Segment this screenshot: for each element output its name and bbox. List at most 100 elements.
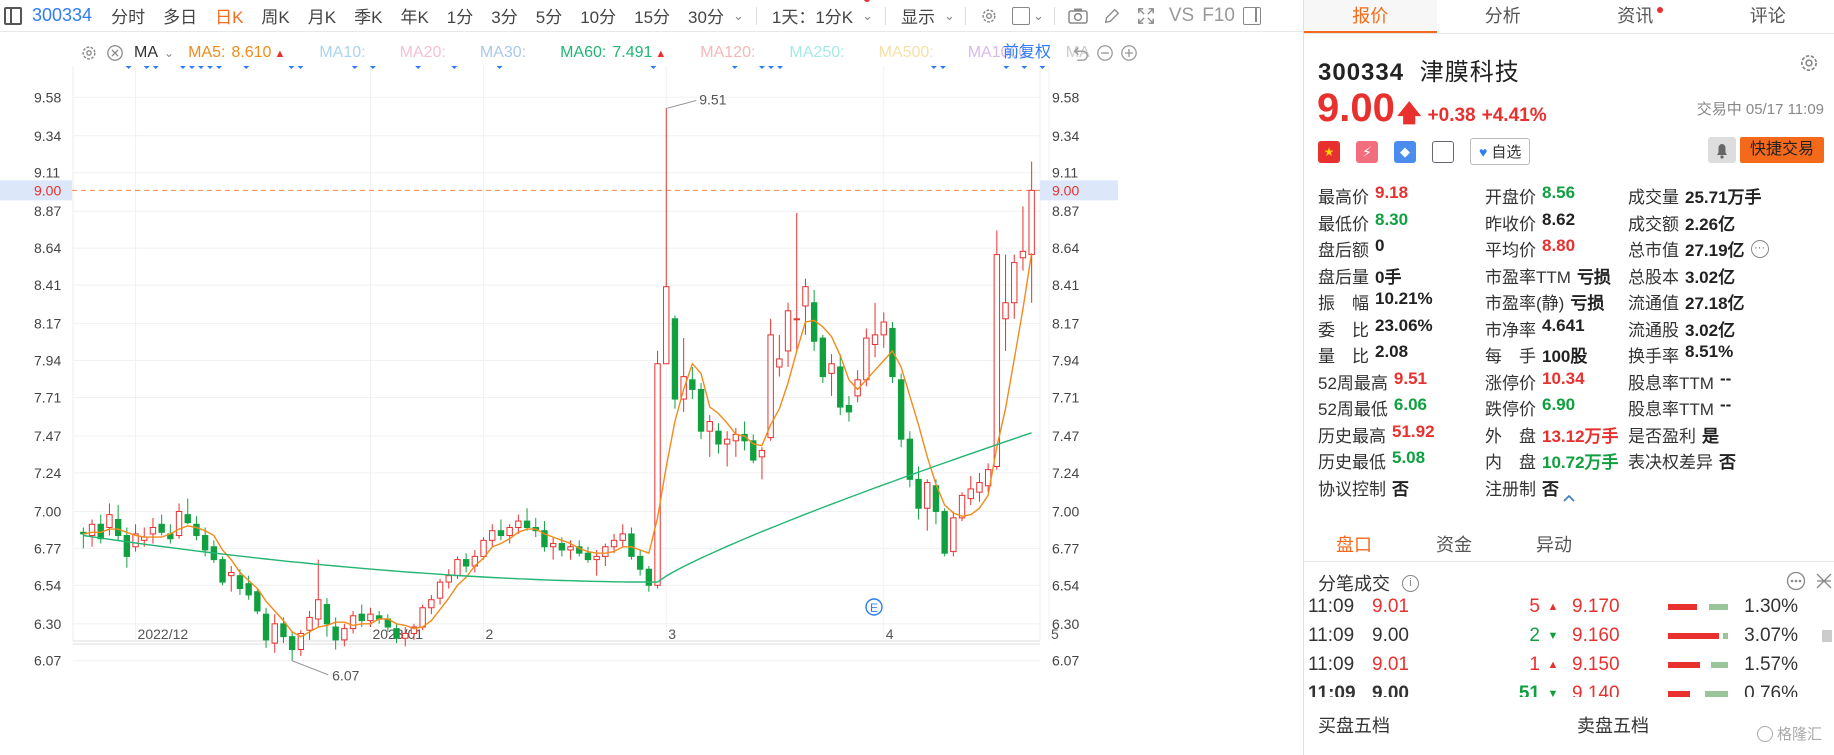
tick-price: 9.01 — [1372, 653, 1409, 675]
stat-value: 亏损 — [1576, 267, 1611, 287]
depth-tab[interactable]: 异动 — [1504, 528, 1604, 561]
ma-item[interactable]: MA10: — [319, 44, 365, 62]
tick-volume: 5 — [1529, 595, 1540, 617]
fullscreen-icon[interactable] — [1136, 7, 1156, 25]
period-tab[interactable]: 10分 — [571, 3, 625, 28]
grid-icon[interactable] — [1814, 571, 1834, 591]
alert-bell-icon[interactable] — [1708, 137, 1736, 163]
ma-label[interactable]: MA — [134, 44, 158, 62]
depth-tab[interactable]: 资金 — [1404, 528, 1504, 561]
period-tab[interactable]: 月K — [299, 3, 345, 28]
x-tick-label: 5 — [1051, 626, 1059, 642]
adjust-select[interactable]: 前复权 — [1003, 40, 1051, 66]
candle-body — [671, 318, 679, 400]
more-dots-icon[interactable]: ··· — [1750, 240, 1769, 258]
candle-body — [219, 559, 226, 583]
kline-chart[interactable]: 9.58 9.58 9.34 9.34 9.11 9.11 8.87 8.87 8.64 8.64… — [0, 66, 1303, 755]
ma-item[interactable]: MA5: 8.610 ▲ — [188, 44, 285, 62]
chevron-down-icon[interactable]: ⌄ — [164, 46, 174, 60]
ma-item[interactable]: MA500: — [879, 44, 934, 62]
scrollbar[interactable] — [1822, 600, 1832, 700]
stat-value: 8.62 — [1542, 209, 1576, 229]
arrow-up-icon: ▲ — [1547, 600, 1559, 613]
y-tick-label-right: 9.11 — [1052, 165, 1078, 181]
candle-body — [280, 623, 287, 638]
y-tick-label-left: 6.07 — [34, 653, 61, 669]
stat-cell: 成交量 25.71万手 — [1628, 183, 1795, 210]
depth-bar-sell — [1668, 690, 1690, 697]
period-tab[interactable]: 周K — [252, 3, 298, 28]
close-icon[interactable] — [106, 44, 124, 62]
stats-row: 振 幅 10.21% 市盈率(静) 亏损 流通值 27.18亿 — [1318, 289, 1828, 316]
event-marker-icon — [451, 66, 458, 69]
period-tab[interactable]: 30分 — [679, 3, 733, 28]
depth-bar-buy — [1722, 632, 1728, 639]
period-tab[interactable]: 1分 — [438, 3, 482, 28]
stat-value: 3.02亿 — [1685, 267, 1736, 287]
period-tab[interactable]: 多日 — [154, 3, 206, 28]
quote-tab[interactable]: 评论 — [1702, 0, 1834, 33]
chevron-down-icon[interactable]: ⌄ — [862, 0, 873, 24]
up-arrow-icon: 🡅 — [1396, 100, 1422, 127]
stat-label: 平均价 — [1485, 241, 1536, 260]
sidebar-toggle-icon[interactable] — [4, 6, 22, 25]
period-tab[interactable]: 5分 — [527, 3, 571, 28]
zoom-in-icon[interactable] — [1120, 44, 1138, 62]
undo-icon[interactable] — [1072, 44, 1090, 62]
more-icon[interactable] — [1786, 571, 1806, 591]
vs-compare-button[interactable]: VS — [1163, 5, 1198, 27]
quote-tab[interactable]: 报价 — [1304, 0, 1437, 33]
candle-body — [663, 286, 670, 365]
quote-tab[interactable]: 分析 — [1437, 0, 1570, 33]
tag-icons: ★ ⚡ ◆ ♥ 自选 — [1318, 138, 1531, 165]
note-icon[interactable] — [1432, 140, 1454, 163]
ma-item[interactable]: MA60: 7.491 ▲ — [560, 44, 666, 62]
period-tab[interactable]: 3分 — [482, 3, 526, 28]
period-tab[interactable]: 分时 — [102, 3, 154, 28]
ma-settings-icon[interactable] — [80, 44, 98, 62]
stat-cell: 换手率 8.51% — [1628, 342, 1795, 369]
stat-label: 股息率TTM — [1628, 400, 1714, 419]
tick-volume: 51 — [1518, 682, 1540, 698]
camera-icon[interactable] — [1068, 7, 1088, 25]
quote-tab[interactable]: 资讯 — [1569, 0, 1702, 33]
collapse-chevron-up-icon[interactable] — [1562, 492, 1576, 504]
settings-gear-icon[interactable] — [1798, 52, 1820, 74]
hot-topic-icon[interactable]: ⚡ — [1356, 140, 1378, 163]
period-tab[interactable]: 季K — [345, 3, 391, 28]
chevron-down-icon[interactable]: ⌄ — [1033, 8, 1044, 24]
tag-icon[interactable]: ◆ — [1394, 140, 1416, 163]
y-tick-label-right: 8.41 — [1052, 277, 1079, 293]
f10-button[interactable]: F10 — [1198, 5, 1239, 27]
chevron-down-icon[interactable]: ⌄ — [944, 8, 955, 24]
stat-value: 5.08 — [1392, 448, 1426, 467]
add-watchlist-button[interactable]: ♥ 自选 — [1470, 138, 1531, 165]
period-tab[interactable]: 日K — [206, 3, 252, 28]
heart-icon: ♥ — [1479, 143, 1488, 160]
ma-item[interactable]: MA250: — [789, 44, 844, 62]
settings-gear-icon[interactable] — [979, 7, 999, 25]
period-tab[interactable]: 年K — [391, 3, 437, 28]
ma-item[interactable]: MA30: — [480, 44, 526, 62]
ticks-list[interactable]: 11:09 9.01 5 ▲ 9.170 1.30% 11:09 9.00 2 ▼ 9.160 3.0… — [1304, 592, 1834, 698]
interval-select[interactable]: 1天：1分K — [763, 3, 862, 28]
ma-item[interactable]: MA120: — [700, 44, 755, 62]
pencil-icon[interactable] — [1102, 7, 1122, 25]
event-marker-icon — [243, 66, 250, 69]
candle-body — [306, 616, 313, 631]
zoom-out-icon[interactable] — [1096, 44, 1114, 62]
y-tick-label-right: 7.94 — [1052, 353, 1079, 369]
display-menu[interactable]: 显示 — [892, 3, 944, 28]
stat-value: 4.641 — [1542, 315, 1585, 335]
depth-bar-buy — [1711, 661, 1728, 668]
period-tab[interactable]: 15分 — [625, 3, 679, 28]
ma-item[interactable]: MA20: — [400, 44, 446, 62]
depth-tab[interactable]: 盘口 — [1304, 528, 1404, 561]
stock-code-link[interactable]: 300334 — [26, 5, 102, 26]
period-more-chevron-icon[interactable]: ⌄ — [733, 8, 744, 24]
quick-trade-button[interactable]: 快捷交易 — [1740, 137, 1824, 163]
stat-cell: 最低价 8.30 — [1318, 210, 1485, 237]
info-icon[interactable]: i — [1402, 574, 1419, 592]
side-panel-icon[interactable] — [1242, 6, 1261, 25]
draw-box-icon[interactable] — [1011, 6, 1030, 25]
